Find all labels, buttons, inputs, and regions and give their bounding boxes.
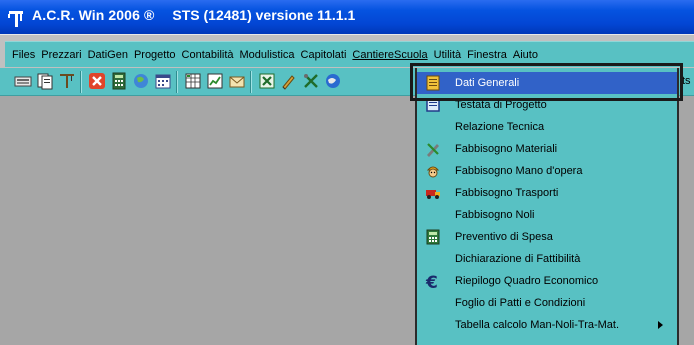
window-version: STS (12481) versione 11.1.1 [172,7,356,23]
menu-files[interactable]: Files [9,49,38,61]
menu-item-testata-di-progetto[interactable]: Testata di Progetto [417,94,677,116]
menu-item-label: Dati Generali [455,77,520,89]
close-icon[interactable] [88,72,106,90]
window-title: A.C.R. Win 2006 ® [32,7,155,23]
calculator-icon[interactable] [110,72,128,90]
menu-item-foglio-di-patti-e-condizioni[interactable]: Foglio di Patti e Condizioni [417,292,677,314]
pen-icon[interactable] [280,72,298,90]
toolbar-separator [176,71,178,93]
menu-prezzari[interactable]: Prezzari [38,49,84,61]
globe-icon[interactable] [324,72,342,90]
menu-bar: Files Prezzari DatiGen Progetto Contabil… [0,34,694,68]
crane-icon[interactable] [58,72,76,90]
truck-icon [426,190,440,199]
menu-item-fabbisogno-noli[interactable]: Fabbisogno Noli [417,204,677,226]
calendar-icon[interactable] [154,72,172,90]
menu-capitolati[interactable]: Capitolati [298,49,350,61]
worker-icon [426,166,440,178]
submenu-arrow-icon [658,321,663,329]
toolbar-separator [80,71,82,93]
menu-item-riepilogo-quadro-economico[interactable]: € Riepilogo Quadro Economico [417,270,677,292]
menu-item-fabbisogno-trasporti[interactable]: Fabbisogno Trasporti [417,182,677,204]
menu-item-dichiarazione-di-fattibilita[interactable]: Dichiarazione di Fattibilità [417,248,677,270]
menu-cantierescuola[interactable]: CantiereScuola [349,49,430,61]
app-icon [8,11,23,27]
menu-aiuto[interactable]: Aiuto [510,49,541,61]
menu-item-label: Preventivo di Spesa [455,231,553,243]
chart-icon[interactable] [206,72,224,90]
menu-item-label: Riepilogo Quadro Economico [455,275,599,287]
cantierescuola-dropdown-menu: Dati Generali Testata di Progetto Relazi… [415,68,679,345]
menu-finestra[interactable]: Finestra [464,49,510,61]
menu-item-label: Tabella calcolo Man-Noli-Tra-Mat. [455,319,620,331]
map-icon[interactable] [132,72,150,90]
title-bar: A.C.R. Win 2006 ® STS (12481) versione 1… [0,0,694,34]
svg-text:€: € [425,273,438,289]
menu-item-label: Fabbisogno Noli [455,209,535,221]
excel-icon[interactable] [258,72,276,90]
menu-item-preventivo-di-spesa[interactable]: Preventivo di Spesa [417,226,677,248]
menu-item-dati-generali[interactable]: Dati Generali [417,72,677,94]
menu-item-relazione-tecnica[interactable]: Relazione Tecnica [417,116,677,138]
tools-icon[interactable] [302,72,320,90]
euro-icon: € [425,273,438,289]
menu-item-tabella-calcolo[interactable]: Tabella calcolo Man-Noli-Tra-Mat. [417,314,677,336]
menu-item-label: Fabbisogno Mano d'opera [455,165,583,177]
spreadsheet-icon[interactable] [184,72,202,90]
mail-icon[interactable] [228,72,246,90]
menu-contabilita[interactable]: Contabilità [179,49,237,61]
menu-item-label: Fabbisogno Materiali [455,143,558,155]
menu-modulistica[interactable]: Modulistica [237,49,298,61]
menu-item-label: Dichiarazione di Fattibilità [455,253,581,265]
menu-item-label: Relazione Tecnica [455,121,545,133]
notebook-icon [426,75,440,91]
keyboard-icon[interactable] [14,72,32,90]
menu-item-fabbisogno-mano-opera[interactable]: Fabbisogno Mano d'opera [417,160,677,182]
toolbar-overflow-text: ts [682,75,691,87]
document-icon [426,98,440,112]
tools-icon [427,143,439,157]
menu-item-fabbisogno-materiali[interactable]: Fabbisogno Materiali [417,138,677,160]
calculator-icon [426,229,440,245]
menu-progetto[interactable]: Progetto [131,49,179,61]
toolbar-separator [250,71,252,93]
documents-icon[interactable] [36,72,54,90]
menu-datigen[interactable]: DatiGen [85,49,131,61]
menu-bar-strip: Files Prezzari DatiGen Progetto Contabil… [5,41,694,67]
menu-utilita[interactable]: Utilità [431,49,465,61]
menu-item-label: Fabbisogno Trasporti [455,187,559,199]
menu-item-label: Testata di Progetto [455,99,547,111]
menu-item-label: Foglio di Patti e Condizioni [455,297,586,309]
